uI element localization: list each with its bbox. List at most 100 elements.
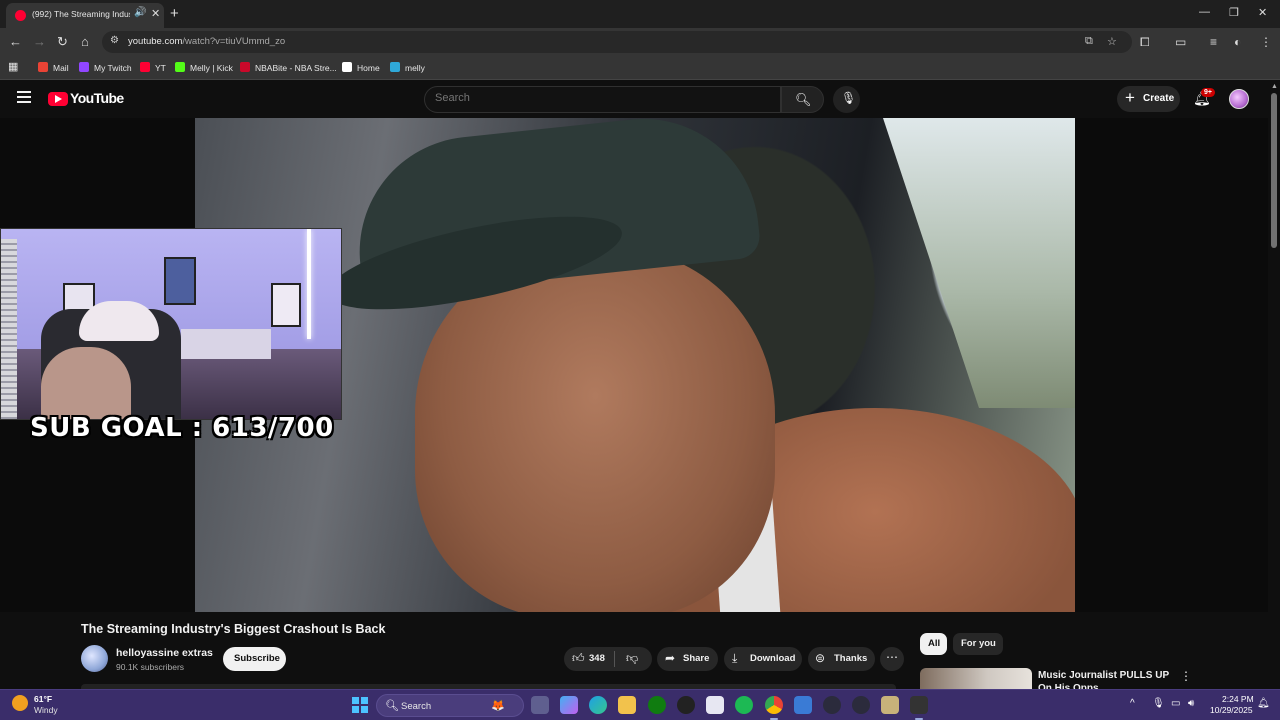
close-window-icon[interactable]: ✕ [1258, 6, 1267, 19]
maximize-icon[interactable]: ❐ [1229, 6, 1239, 19]
voice-search-button[interactable]: 🎙︎ [833, 86, 860, 113]
bookmark-label: melly [405, 63, 425, 73]
subscribe-button[interactable]: Subscribe [223, 647, 286, 671]
url-host: youtube.com [128, 36, 183, 47]
browser-tab[interactable]: (992) The Streaming Industr 🔊 ✕ [6, 3, 164, 28]
clock-time[interactable]: 2:24 PM [1222, 694, 1254, 704]
channel-avatar[interactable] [81, 645, 108, 672]
search-input[interactable] [435, 92, 765, 104]
thanks-button[interactable]: ⊜ Thanks [808, 647, 875, 671]
weather-temperature[interactable]: 61°F [34, 694, 52, 704]
notification-center-icon[interactable]: 🔔︎ [1257, 698, 1270, 709]
bookmark-nbabite[interactable]: NBABite - NBA Stre... [240, 62, 337, 73]
download-icon: ⤓ [732, 651, 738, 665]
more-horizontal-icon: ⋯ [886, 650, 898, 664]
extensions-icon[interactable]: ⧠ [1140, 35, 1150, 50]
page-scrollbar[interactable]: ▲ [1268, 81, 1280, 689]
clock-date[interactable]: 10/29/2025 [1210, 705, 1253, 715]
speaker-icon[interactable]: 🔊 [134, 7, 146, 18]
back-icon[interactable]: ← [9, 34, 22, 49]
spotify-icon[interactable] [735, 696, 753, 714]
home-icon[interactable]: ⌂ [81, 34, 89, 49]
microphone-tray-icon[interactable]: 🎙︎ [1152, 698, 1165, 709]
bookmark-label: Home [357, 63, 380, 73]
volume-icon[interactable]: 🔊︎ [1188, 698, 1194, 709]
profile-icon[interactable]: ◐ [1234, 35, 1241, 49]
file-explorer-icon[interactable] [618, 696, 636, 714]
download-button[interactable]: ⤓ Download [724, 647, 802, 671]
taskbar-search[interactable]: 🔍︎ Search 🦊 [376, 694, 524, 717]
youtube-masthead: YouTube 🔍︎ 🎙︎ + Create 🔔︎ 9+ [0, 81, 1280, 118]
chrome-icon[interactable] [765, 696, 783, 720]
xbox-icon[interactable] [648, 696, 666, 714]
chip-label: All [928, 638, 941, 649]
more-actions-button[interactable]: ⋯ [880, 647, 904, 671]
sub-goal-overlay: SUB GOAL : 613/700 [30, 413, 334, 443]
account-avatar[interactable] [1229, 89, 1249, 109]
weather-icon[interactable] [12, 695, 28, 711]
hamburger-menu-icon[interactable] [17, 91, 31, 103]
bookmark-yt[interactable]: YT [140, 62, 166, 73]
sidepanel-icon[interactable]: ▭ [1175, 35, 1186, 49]
thumbs-up-icon[interactable]: 👍︎ [572, 651, 585, 666]
subscribe-label: Subscribe [234, 653, 280, 664]
media-player-icon[interactable] [823, 696, 841, 714]
bookmark-home[interactable]: Home [342, 62, 380, 73]
address-bar[interactable]: ⚙ youtube.com/watch?v=tiuVUmmd_zo ⧉ ☆ [102, 31, 1132, 53]
github-icon[interactable] [677, 696, 695, 714]
scroll-up-arrow-icon[interactable]: ▲ [1271, 83, 1278, 90]
copilot-icon[interactable] [560, 696, 578, 714]
stream-app-icon[interactable] [910, 696, 928, 720]
thumbs-down-icon[interactable]: 👎︎ [626, 651, 638, 666]
browser-menu-icon[interactable]: ⋮ [1260, 35, 1272, 49]
channel-name[interactable]: helloyassine extras [116, 647, 213, 659]
url-text[interactable]: youtube.com/watch?v=tiuVUmmd_zo [128, 36, 285, 47]
share-label: Share [683, 653, 710, 664]
store-icon[interactable] [706, 696, 724, 714]
scroll-thumb[interactable] [1271, 93, 1277, 248]
chip-all[interactable]: All [920, 633, 947, 655]
forward-icon[interactable]: → [33, 34, 46, 49]
bookmark-melly-kick[interactable]: Melly | Kick [175, 62, 233, 73]
weather-condition[interactable]: Windy [34, 705, 58, 715]
forward-app-icon[interactable] [852, 696, 870, 714]
bookmark-melly[interactable]: melly [390, 62, 425, 73]
search-button[interactable]: 🔍︎ [781, 86, 824, 113]
edge-icon[interactable] [589, 696, 607, 714]
network-icon[interactable]: ▭ [1171, 698, 1180, 709]
recommendation-title[interactable]: Music Journalist PULLS UP On His Opps [1038, 669, 1178, 689]
search-box[interactable] [424, 86, 781, 113]
video-car-window [883, 118, 1075, 408]
subscriber-count: 90.1K subscribers [116, 662, 185, 672]
bookmark-my-twitch[interactable]: My Twitch [79, 62, 132, 73]
close-tab-icon[interactable]: ✕ [151, 7, 160, 20]
youtube-favicon-icon [15, 10, 26, 21]
obs-icon[interactable] [881, 696, 899, 714]
reload-icon[interactable]: ↻ [57, 34, 68, 50]
more-vertical-icon[interactable]: ⋮ [1180, 669, 1192, 683]
tray-overflow-icon[interactable]: ^ [1130, 698, 1135, 709]
youtube-logo-text[interactable]: YouTube [70, 90, 124, 106]
youtube-logo-icon[interactable] [48, 92, 68, 106]
apps-grid-icon[interactable]: ▦ [8, 60, 18, 73]
task-view-icon[interactable] [531, 696, 549, 714]
webcam-shelf [181, 329, 271, 359]
taskbar-search-label: Search [401, 701, 432, 712]
recommendation-thumbnail[interactable] [920, 668, 1032, 690]
create-button[interactable]: + Create [1117, 86, 1180, 112]
like-dislike-group: 👍︎ 348 👎︎ [564, 647, 652, 671]
new-tab-icon[interactable]: + [170, 5, 179, 22]
bookmark-star-icon[interactable]: ☆ [1107, 35, 1117, 48]
like-divider [614, 651, 615, 667]
like-count[interactable]: 348 [589, 653, 605, 664]
media-controls-icon[interactable]: ≡ [1210, 35, 1217, 49]
windows-start-icon[interactable] [352, 697, 368, 713]
bookmark-mail[interactable]: Mail [38, 62, 69, 73]
minimize-icon[interactable]: — [1199, 6, 1210, 18]
share-button[interactable]: ➦ Share [657, 647, 718, 671]
site-info-icon[interactable]: ⚙ [110, 35, 119, 46]
download-label: Download [750, 653, 796, 664]
photos-icon[interactable] [794, 696, 812, 714]
chip-for-you[interactable]: For you [953, 633, 1003, 655]
install-app-icon[interactable]: ⧉ [1085, 35, 1093, 48]
